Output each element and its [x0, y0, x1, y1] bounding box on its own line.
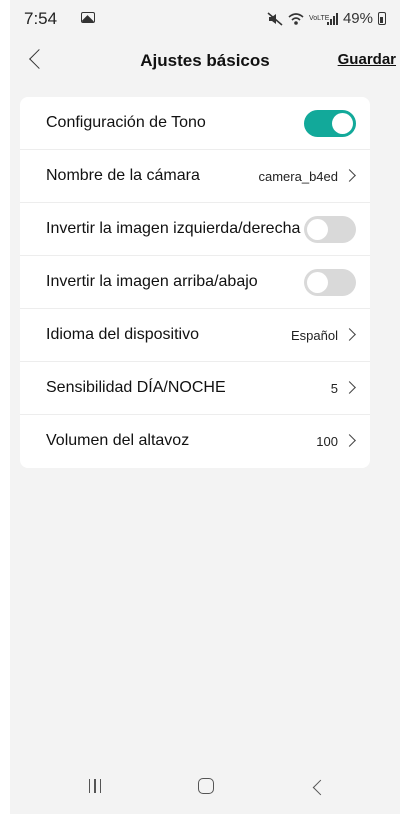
setting-label: Idioma del dispositivo — [46, 326, 199, 343]
setting-row-speaker-volume[interactable]: Volumen del altavoz 100 — [20, 415, 370, 468]
app-header: Ajustes básicos Guardar — [10, 34, 400, 86]
chevron-right-icon — [343, 328, 356, 341]
setting-label: Sensibilidad DÍA/NOCHE — [46, 379, 226, 396]
flip-horizontal-toggle[interactable] — [304, 216, 356, 243]
toggle-knob — [307, 272, 328, 293]
battery-percent: 49% — [342, 10, 373, 27]
chevron-right-icon — [343, 434, 356, 447]
setting-row-camera-name[interactable]: Nombre de la cámara camera_b4ed — [20, 150, 370, 203]
status-icons: VoLTE 49% — [267, 10, 386, 27]
wifi-icon — [288, 12, 304, 26]
phone-screen: 7:54 VoLTE 49% Ajustes básicos Guardar C… — [10, 0, 400, 814]
setting-label: Invertir la imagen arriba/abajo — [46, 273, 258, 290]
chevron-right-icon — [343, 381, 356, 394]
setting-label: Configuración de Tono — [46, 114, 206, 131]
toggle-knob — [332, 113, 353, 134]
setting-value: 5 — [330, 381, 338, 396]
chevron-right-icon — [343, 169, 356, 182]
save-button[interactable]: Guardar — [338, 51, 396, 68]
recent-apps-icon[interactable] — [88, 779, 102, 794]
home-icon[interactable] — [198, 778, 214, 794]
setting-label: Nombre de la cámara — [46, 167, 200, 184]
tone-toggle[interactable] — [304, 110, 356, 137]
status-bar: 7:54 VoLTE 49% — [10, 0, 400, 34]
toggle-knob — [307, 219, 328, 240]
setting-label: Invertir la imagen izquierda/derecha — [46, 220, 301, 237]
setting-value: Español — [291, 328, 338, 343]
setting-row-flip-vertical: Invertir la imagen arriba/abajo — [20, 256, 370, 309]
nav-back-icon[interactable] — [312, 779, 329, 796]
setting-row-tone: Configuración de Tono — [20, 97, 370, 150]
setting-value: 100 — [316, 434, 338, 449]
setting-row-flip-horizontal: Invertir la imagen izquierda/derecha — [20, 203, 370, 256]
signal-icon — [326, 12, 338, 25]
setting-label: Volumen del altavoz — [46, 432, 190, 449]
status-time: 7:54 — [24, 9, 58, 28]
setting-row-device-language[interactable]: Idioma del dispositivo Español — [20, 309, 370, 362]
mute-icon — [267, 11, 283, 26]
lte-label: VoLTE — [308, 15, 330, 22]
system-nav-bar — [10, 760, 400, 814]
flip-vertical-toggle[interactable] — [304, 269, 356, 296]
battery-icon — [378, 12, 386, 25]
setting-row-day-night-sensitivity[interactable]: Sensibilidad DÍA/NOCHE 5 — [20, 362, 370, 415]
setting-value: camera_b4ed — [258, 169, 339, 184]
gallery-icon — [81, 12, 95, 23]
settings-list: Configuración de Tono Nombre de la cámar… — [20, 97, 370, 468]
